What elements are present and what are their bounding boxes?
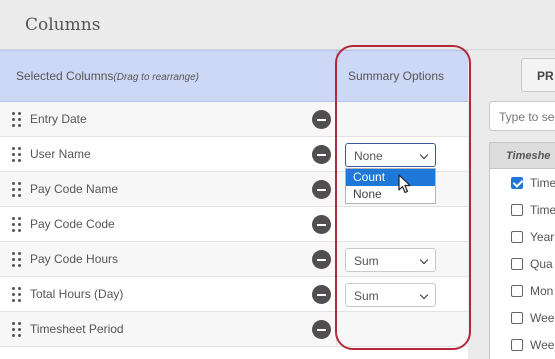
checkbox-checked-icon[interactable]: [511, 177, 523, 189]
chevron-down-icon: [419, 290, 429, 300]
summary-select-value: Sum: [354, 289, 379, 303]
chevron-down-icon: [419, 150, 429, 160]
row-divider: [336, 172, 337, 207]
column-row-total-hours[interactable]: Total Hours (Day) Sum: [0, 277, 468, 312]
drag-handle-icon[interactable]: [12, 322, 22, 337]
list-item-label: Qua: [530, 257, 553, 271]
selected-columns-label: Selected Columns(Drag to rearrange): [16, 69, 199, 83]
column-row-pay-code-code[interactable]: Pay Code Code: [0, 207, 468, 242]
summary-select[interactable]: Sum: [345, 248, 436, 272]
column-label: Timesheet Period: [30, 322, 124, 336]
column-row-timesheet-period[interactable]: Timesheet Period: [0, 312, 468, 347]
column-row-entry-date[interactable]: Entry Date: [0, 102, 468, 137]
list-item-label: Year: [530, 230, 555, 244]
summary-dropdown-list[interactable]: Count None: [345, 168, 436, 204]
available-columns-panel: PR Type to se Timeshe Time Time Year Qua…: [468, 50, 555, 359]
column-label: Pay Code Hours: [30, 252, 119, 266]
row-divider: [336, 102, 337, 137]
column-row-user-name[interactable]: User Name None: [0, 137, 468, 172]
list-item-label: Wee: [530, 338, 555, 352]
selected-columns-panel: Selected Columns(Drag to rearrange) Summ…: [0, 50, 468, 359]
row-divider: [336, 242, 337, 277]
list-item[interactable]: Time: [490, 196, 555, 223]
checkbox-icon[interactable]: [511, 339, 523, 351]
timesheet-group-header[interactable]: Timeshe: [489, 142, 555, 169]
search-input[interactable]: Type to se: [489, 101, 555, 131]
list-item[interactable]: Wee: [490, 331, 555, 358]
row-divider: [336, 137, 337, 172]
list-item-label: Wee: [530, 311, 555, 325]
summary-options-label: Summary Options: [348, 69, 445, 83]
mouse-pointer-icon: [398, 174, 411, 194]
list-item-label: Time: [530, 203, 555, 217]
column-label: Pay Code Code: [30, 217, 115, 231]
row-divider: [336, 207, 337, 242]
dropdown-option-none[interactable]: None: [346, 186, 435, 203]
list-item[interactable]: Mon: [490, 277, 555, 304]
remove-column-icon[interactable]: [312, 180, 331, 199]
checkbox-icon[interactable]: [511, 204, 523, 216]
drag-handle-icon[interactable]: [12, 182, 22, 197]
list-item[interactable]: Time: [490, 169, 555, 196]
remove-column-icon[interactable]: [312, 215, 331, 234]
drag-handle-icon[interactable]: [12, 287, 22, 302]
checkbox-icon[interactable]: [511, 312, 523, 324]
dialog-title-bar: Columns: [0, 0, 555, 50]
header-divider: [336, 51, 337, 103]
checkbox-icon[interactable]: [511, 258, 523, 270]
drag-hint: (Drag to rearrange): [113, 72, 199, 83]
list-item[interactable]: Wee: [490, 304, 555, 331]
available-columns-list: Time Time Year Qua Mon Wee Wee: [489, 169, 555, 359]
drag-handle-icon[interactable]: [12, 252, 22, 267]
drag-handle-icon[interactable]: [12, 217, 22, 232]
row-divider: [336, 312, 337, 347]
chevron-down-icon: [419, 255, 429, 265]
summary-select-value: Sum: [354, 254, 379, 268]
checkbox-icon[interactable]: [511, 231, 523, 243]
remove-column-icon[interactable]: [312, 110, 331, 129]
columns-header: Selected Columns(Drag to rearrange) Summ…: [0, 50, 468, 103]
column-label: Entry Date: [30, 112, 87, 126]
column-label: Total Hours (Day): [30, 287, 124, 301]
dialog-title: Columns: [25, 15, 101, 35]
drag-handle-icon[interactable]: [12, 112, 22, 127]
row-divider: [336, 277, 337, 312]
summary-select[interactable]: Sum: [345, 283, 436, 307]
column-row-pay-code-hours[interactable]: Pay Code Hours Sum: [0, 242, 468, 277]
list-item[interactable]: Year: [490, 223, 555, 250]
remove-column-icon[interactable]: [312, 250, 331, 269]
list-item[interactable]: Qua: [490, 250, 555, 277]
summary-select[interactable]: None: [345, 143, 436, 167]
checkbox-icon[interactable]: [511, 285, 523, 297]
list-item-label: Time: [530, 176, 555, 190]
column-label: Pay Code Name: [30, 182, 119, 196]
remove-column-icon[interactable]: [312, 145, 331, 164]
preview-button[interactable]: PR: [521, 58, 555, 92]
remove-column-icon[interactable]: [312, 285, 331, 304]
column-label: User Name: [30, 147, 91, 161]
dropdown-option-count[interactable]: Count: [346, 169, 435, 186]
remove-column-icon[interactable]: [312, 320, 331, 339]
list-item-label: Mon: [530, 284, 554, 298]
drag-handle-icon[interactable]: [12, 147, 22, 162]
summary-select-value: None: [354, 149, 383, 163]
